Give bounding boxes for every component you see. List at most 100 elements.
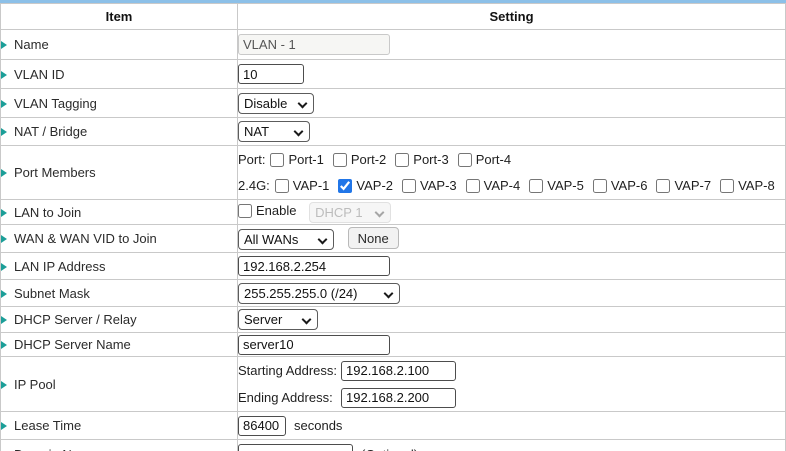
bullet-arrow-icon	[1, 263, 7, 271]
bullet-arrow-icon	[1, 169, 7, 177]
bullet-arrow-icon	[1, 71, 7, 79]
vlan-id-input[interactable]	[238, 64, 304, 84]
ending-address-label: Ending Address:	[238, 384, 341, 411]
enable-checkbox[interactable]	[238, 204, 252, 218]
wan-select[interactable]: All WANs	[238, 229, 334, 250]
vap-4-checkbox-label[interactable]: VAP-4	[466, 178, 521, 193]
vap-checkbox-group: VAP-1 VAP-2 VAP-3 VAP-4 VAP-5 VAP-6 VAP-7 VAP-8	[275, 178, 784, 193]
dhcp-mode-select[interactable]: Server	[238, 309, 318, 330]
bullet-arrow-icon	[1, 100, 7, 108]
vap-checkbox-line: 2.4G:VAP-1VAP-2VAP-3VAP-4VAP-5VAP-6VAP-7…	[238, 173, 785, 199]
port-checkbox-group: Port-1 Port-2 Port-3 Port-4	[270, 152, 520, 167]
checkbox-label: VAP-5	[547, 178, 584, 193]
vap-3-checkbox-label[interactable]: VAP-3	[402, 178, 457, 193]
table-row: Subnet Mask 255.255.255.0 (/24)	[1, 280, 786, 307]
nat-bridge-select-wrap: NAT	[238, 121, 310, 142]
vap-8-checkbox-label[interactable]: VAP-8	[720, 178, 775, 193]
wan-select-wrap: All WANs	[238, 229, 334, 250]
ip-pool-row-label: IP Pool	[1, 357, 238, 412]
vap-4-checkbox[interactable]	[466, 179, 480, 193]
vap-1-checkbox-label[interactable]: VAP-1	[275, 178, 330, 193]
lan-ip-row-label: LAN IP Address	[1, 253, 238, 280]
vlan-id-row-label: VLAN ID	[1, 60, 238, 89]
port-prefix-label: Port:	[238, 152, 265, 167]
dhcp-join-select: DHCP 1	[309, 202, 391, 223]
table-header-row: Item Setting	[1, 4, 786, 30]
item-column-header: Item	[1, 4, 238, 30]
lease-time-input[interactable]	[238, 416, 286, 436]
name-row-label: Name	[1, 30, 238, 60]
port-members-row-label: Port Members	[1, 146, 238, 200]
vap-2-checkbox[interactable]	[338, 179, 352, 193]
bullet-arrow-icon	[1, 235, 7, 243]
vap-7-checkbox-label[interactable]: VAP-7	[656, 178, 711, 193]
table-row: DHCP Server / Relay Server	[1, 307, 786, 333]
vap-5-checkbox-label[interactable]: VAP-5	[529, 178, 584, 193]
port-2-checkbox[interactable]	[333, 153, 347, 167]
starting-address-label: Starting Address:	[238, 357, 341, 384]
vap-3-checkbox[interactable]	[402, 179, 416, 193]
ending-address-input[interactable]	[341, 388, 456, 408]
subnet-mask-row-label: Subnet Mask	[1, 280, 238, 307]
table-row: WAN & WAN VID to Join All WANs None	[1, 225, 786, 253]
port-1-checkbox[interactable]	[270, 153, 284, 167]
checkbox-label: VAP-8	[738, 178, 775, 193]
vap-5-checkbox[interactable]	[529, 179, 543, 193]
checkbox-label: VAP-6	[611, 178, 648, 193]
domain-name-input[interactable]	[238, 444, 353, 451]
vap-2-checkbox-label[interactable]: VAP-2	[338, 178, 393, 193]
table-row: Lease Time seconds	[1, 412, 786, 440]
table-row: Name	[1, 30, 786, 60]
port-4-checkbox-label[interactable]: Port-4	[458, 152, 511, 167]
bullet-arrow-icon	[1, 209, 7, 217]
vlan-settings-table: Item Setting Name VLAN ID VLAN Tagging D…	[0, 3, 786, 451]
bullet-arrow-icon	[1, 422, 7, 430]
checkbox-label: VAP-2	[356, 178, 393, 193]
vlan-tagging-select[interactable]: Disable	[238, 93, 314, 114]
port-checkbox-line: Port: Port-1 Port-2 Port-3 Port-4	[238, 147, 785, 173]
checkbox-label: Port-3	[413, 152, 448, 167]
vap-6-checkbox-label[interactable]: VAP-6	[593, 178, 648, 193]
vap-7-checkbox[interactable]	[656, 179, 670, 193]
port-3-checkbox-label[interactable]: Port-3	[395, 152, 448, 167]
vap-6-checkbox[interactable]	[593, 179, 607, 193]
bullet-arrow-icon	[1, 341, 7, 349]
name-input	[238, 34, 390, 55]
bullet-arrow-icon	[1, 381, 7, 389]
none-button[interactable]: None	[348, 227, 399, 249]
dhcp-join-select-wrap: DHCP 1	[309, 202, 391, 223]
lease-time-row-label: Lease Time	[1, 412, 238, 440]
starting-address-line: Starting Address:	[238, 357, 785, 384]
checkbox-label: Port-1	[288, 152, 323, 167]
table-row: LAN IP Address	[1, 253, 786, 280]
port-1-checkbox-label[interactable]: Port-1	[270, 152, 323, 167]
domain-name-row-label: Domain Name	[1, 440, 238, 451]
enable-checkbox-label[interactable]: Enable	[238, 203, 296, 218]
dhcp-server-name-input[interactable]	[238, 335, 390, 355]
table-row: LAN to Join Enable DHCP 1	[1, 200, 786, 225]
optional-hint-label: (Optional)	[361, 447, 418, 451]
lan-to-join-row-label: LAN to Join	[1, 200, 238, 225]
checkbox-label: Port-4	[476, 152, 511, 167]
table-row: VLAN Tagging Disable	[1, 89, 786, 118]
table-row: Port Members Port:Port-1Port-2Port-3Port…	[1, 146, 786, 200]
bullet-arrow-icon	[1, 128, 7, 136]
port-3-checkbox[interactable]	[395, 153, 409, 167]
wan-to-join-row-label: WAN & WAN VID to Join	[1, 225, 238, 253]
checkbox-label: VAP-3	[420, 178, 457, 193]
vap-8-checkbox[interactable]	[720, 179, 734, 193]
port-2-checkbox-label[interactable]: Port-2	[333, 152, 386, 167]
checkbox-label: Port-2	[351, 152, 386, 167]
vlan-tagging-row-label: VLAN Tagging	[1, 89, 238, 118]
vap-1-checkbox[interactable]	[275, 179, 289, 193]
ending-address-line: Ending Address:	[238, 384, 785, 411]
checkbox-label: VAP-1	[293, 178, 330, 193]
dhcp-server-relay-row-label: DHCP Server / Relay	[1, 307, 238, 333]
starting-address-input[interactable]	[341, 361, 456, 381]
lan-ip-input[interactable]	[238, 256, 390, 276]
port-4-checkbox[interactable]	[458, 153, 472, 167]
table-row: IP Pool Starting Address: Ending Address…	[1, 357, 786, 412]
nat-bridge-select[interactable]: NAT	[238, 121, 310, 142]
subnet-mask-select[interactable]: 255.255.255.0 (/24)	[238, 283, 400, 304]
dhcp-server-name-row-label: DHCP Server Name	[1, 333, 238, 357]
